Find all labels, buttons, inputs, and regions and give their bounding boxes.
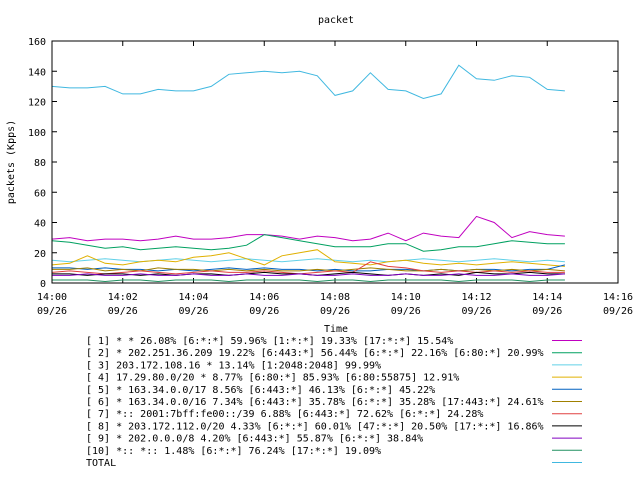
legend-label-7: [ 7] *:: 2001:7bff:fe00::/39 6.88% [6:44… xyxy=(86,409,483,420)
x-tick-label-time: 14:06 xyxy=(249,292,279,303)
y-tick-label: 20 xyxy=(34,249,46,260)
x-tick-label-time: 14:14 xyxy=(532,292,562,303)
legend-label-2: [ 2] * 202.251.36.209 19.22% [6:443:*] 5… xyxy=(86,348,544,359)
x-tick-label-date: 09/26 xyxy=(391,306,421,317)
legend: [ 1] * * 26.08% [6:*:*] 59.96% [1:*:*] 1… xyxy=(86,336,582,469)
x-tick-label-time: 14:12 xyxy=(461,292,491,303)
y-tick-label: 80 xyxy=(34,158,46,169)
y-tick-label: 140 xyxy=(28,67,46,78)
x-tick-label-date: 09/26 xyxy=(603,306,633,317)
x-tick-label-date: 09/26 xyxy=(249,306,279,317)
legend-label-4: [ 4] 17.29.80.0/20 * 8.77% [6:80:*] 85.9… xyxy=(86,373,459,384)
x-tick-label-date: 09/26 xyxy=(320,306,350,317)
series-line-2 xyxy=(51,234,565,252)
y-axis-label: packets (Kpps) xyxy=(6,120,17,204)
x-tick-label-date: 09/26 xyxy=(461,306,491,317)
x-tick-label-time: 14:08 xyxy=(320,292,350,303)
x-tick-label-time: 14:02 xyxy=(108,292,138,303)
x-tick-label-date: 09/26 xyxy=(178,306,208,317)
packet-chart: packet packets (Kpps) Time 0 20 40 60 80 100 1… xyxy=(6,15,633,469)
legend-label-8: [ 8] * 203.172.112.0/20 4.33% [6:*:*] 60… xyxy=(86,421,544,432)
x-tick-label-date: 09/26 xyxy=(532,306,562,317)
legend-label-5: [ 5] * 163.34.0.0/17 8.56% [6:443:*] 46.… xyxy=(86,385,435,396)
legend-label-10: [10] *:: *:: 1.48% [6:*:*] 76.24% [17:*:… xyxy=(86,446,381,457)
x-tick-label-time: 14:00 xyxy=(37,292,67,303)
y-tick-label: 100 xyxy=(28,128,46,139)
series-line-10 xyxy=(52,279,565,283)
series-line-4 xyxy=(51,249,565,267)
y-tick-label: 40 xyxy=(34,219,46,230)
x-tick-label-time: 14:10 xyxy=(391,292,421,303)
y-tick-label: 160 xyxy=(28,37,46,48)
legend-label-11: TOTAL xyxy=(86,458,116,469)
legend-label-1: [ 1] * * 26.08% [6:*:*] 59.96% [1:*:*] 1… xyxy=(86,336,453,347)
chart-title: packet xyxy=(318,15,354,26)
y-tick-label: 0 xyxy=(40,279,46,290)
legend-label-9: [ 9] * 202.0.0.0/8 4.20% [6:443:*] 55.87… xyxy=(86,434,423,445)
legend-label-6: [ 6] * 163.34.0.0/16 7.34% [6:443:*] 35.… xyxy=(86,397,544,408)
x-tick-label-time: 14:04 xyxy=(178,292,208,303)
series-line-1 xyxy=(51,215,565,242)
legend-label-3: [ 3] 203.172.108.16 * 13.14% [1:2048:204… xyxy=(86,360,381,371)
x-tick-label-time: 14:16 xyxy=(603,292,633,303)
series-line-3 xyxy=(51,258,565,263)
x-tick-label-date: 09/26 xyxy=(108,306,138,317)
plot-series xyxy=(51,64,566,283)
x-tick-label-date: 09/26 xyxy=(37,306,67,317)
x-axis-label: Time xyxy=(324,324,348,335)
y-tick-label: 120 xyxy=(28,98,46,109)
series-line-11 xyxy=(51,64,565,100)
y-tick-label: 60 xyxy=(34,188,46,199)
